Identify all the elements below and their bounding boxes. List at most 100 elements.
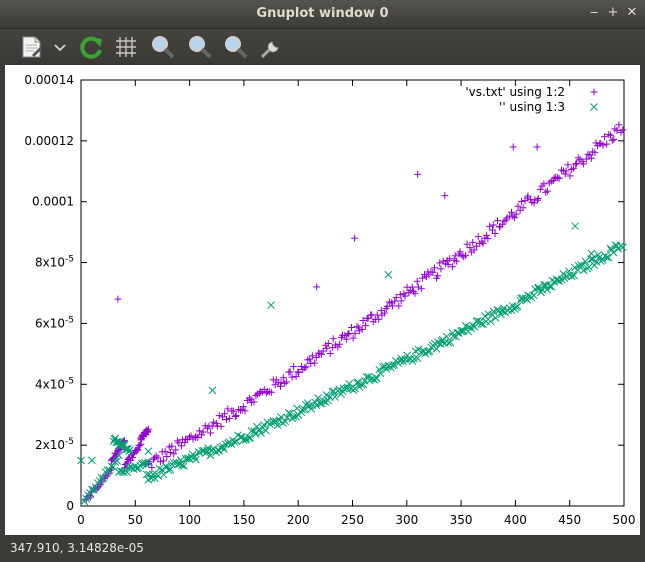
plus-point [533, 143, 541, 151]
x-tick-label: 50 [128, 513, 143, 527]
plus-point [441, 192, 449, 200]
plus-point [431, 264, 439, 272]
cross-point [609, 248, 618, 257]
plus-point [607, 131, 615, 139]
maximize-icon[interactable]: + [606, 6, 620, 20]
x-tick-label: 150 [232, 513, 255, 527]
zoom-prev-icon[interactable] [148, 33, 176, 61]
y-tick-label: 0 [66, 499, 74, 513]
y-tick-label: 0.00012 [24, 134, 74, 148]
plus-point [542, 188, 550, 196]
plus-point [301, 364, 309, 372]
plus-point [474, 233, 482, 241]
status-coordinates: 347.910, 3.14828e-05 [10, 541, 144, 555]
y-tick-label: 2x10-5 [35, 437, 74, 452]
minimize-icon[interactable]: ‒ [587, 6, 601, 20]
plus-point [344, 330, 352, 338]
cross-point [144, 447, 153, 456]
plus-point [217, 422, 225, 430]
plus-point [288, 373, 296, 381]
plus-point [479, 239, 487, 247]
plot-area[interactable]: 0 2x10-5 4x10-5 6x10-5 8x10-5 0.0001 0.00012 0.… [5, 65, 640, 535]
plus-point [564, 161, 572, 169]
plus-point [414, 170, 422, 178]
y-tick-label: 0.0001 [32, 195, 74, 209]
zoom-next-icon[interactable] [185, 33, 213, 61]
y-tick-label: 4x10-5 [35, 376, 74, 391]
y-tick-label: 0.00014 [24, 73, 74, 87]
plus-point [574, 154, 582, 162]
cross-point [432, 344, 441, 353]
cross-point [486, 317, 495, 326]
cross-point [571, 222, 579, 230]
x-tick-label: 500 [613, 513, 636, 527]
copy-to-clipboard-icon[interactable] [18, 33, 46, 61]
cross-point [263, 418, 272, 427]
plus-point [587, 154, 595, 162]
plus-point [318, 350, 326, 358]
plus-point [355, 324, 363, 332]
plus-point [290, 363, 298, 371]
close-icon[interactable]: ✕ [625, 6, 639, 20]
cross-point [384, 270, 393, 279]
y-tick-label: 8x10-5 [35, 255, 74, 270]
plus-point [311, 359, 319, 367]
x-tick-label: 200 [287, 513, 310, 527]
x-tick-label: 100 [178, 513, 201, 527]
plus-point [436, 259, 444, 267]
cross-point [587, 249, 596, 258]
plus-point [543, 187, 551, 195]
cross-point [543, 285, 551, 294]
x-tick-label: 0 [77, 513, 85, 527]
plus-point [462, 251, 470, 259]
dropdown-chevron-icon[interactable] [52, 33, 68, 61]
configure-icon[interactable] [257, 33, 285, 61]
plus-point [163, 452, 171, 460]
status-bar: 347.910, 3.14828e-05 [0, 535, 645, 562]
cross-point [154, 471, 163, 480]
plus-point [608, 136, 616, 144]
replot-icon[interactable] [77, 33, 105, 61]
cross-point [267, 301, 275, 310]
x-tick-label: 300 [395, 513, 418, 527]
grid-icon[interactable] [112, 33, 140, 61]
plus-point [207, 429, 215, 437]
plus-point [414, 283, 422, 291]
legend-label-series-1: 'vs.txt' using 1:2 [465, 85, 565, 99]
scatter-chart[interactable]: 0 2x10-5 4x10-5 6x10-5 8x10-5 0.0001 0.00012 0.… [5, 65, 640, 535]
plus-point [437, 265, 445, 273]
cross-point [208, 386, 217, 395]
plus-point [282, 378, 290, 386]
plus-point [509, 143, 517, 151]
plus-point [566, 172, 574, 180]
cross-point [616, 242, 625, 250]
plus-point [610, 135, 618, 143]
legend-marker-series-1 [590, 88, 598, 96]
plus-point [603, 140, 611, 148]
plus-point [508, 208, 516, 216]
plus-point [173, 437, 181, 445]
x-tick-label: 400 [504, 513, 527, 527]
cross-point [316, 399, 325, 408]
zoom-autoscale-icon[interactable] [221, 33, 249, 61]
plus-point [313, 283, 321, 291]
plus-point [409, 287, 417, 295]
cross-point [529, 291, 538, 300]
legend: 'vs.txt' using 1:2 '' using 1:3 [465, 85, 598, 114]
cross-point [252, 430, 260, 438]
plus-point [417, 285, 425, 293]
plus-point [413, 277, 421, 285]
cross-point [88, 456, 96, 465]
legend-label-series-2: '' using 1:3 [499, 100, 565, 114]
plus-point [511, 214, 519, 222]
legend-marker-series-2 [590, 103, 598, 111]
plus-point [329, 335, 337, 343]
plus-point [517, 197, 525, 205]
title-bar[interactable]: Gnuplot window 0 ‒ + ✕ [0, 0, 645, 29]
x-tick-label: 250 [341, 513, 364, 527]
plus-point [405, 289, 413, 297]
x-tick-label: 350 [450, 513, 473, 527]
plus-point [114, 295, 122, 303]
plus-point [534, 194, 542, 202]
toolbar [0, 29, 645, 65]
